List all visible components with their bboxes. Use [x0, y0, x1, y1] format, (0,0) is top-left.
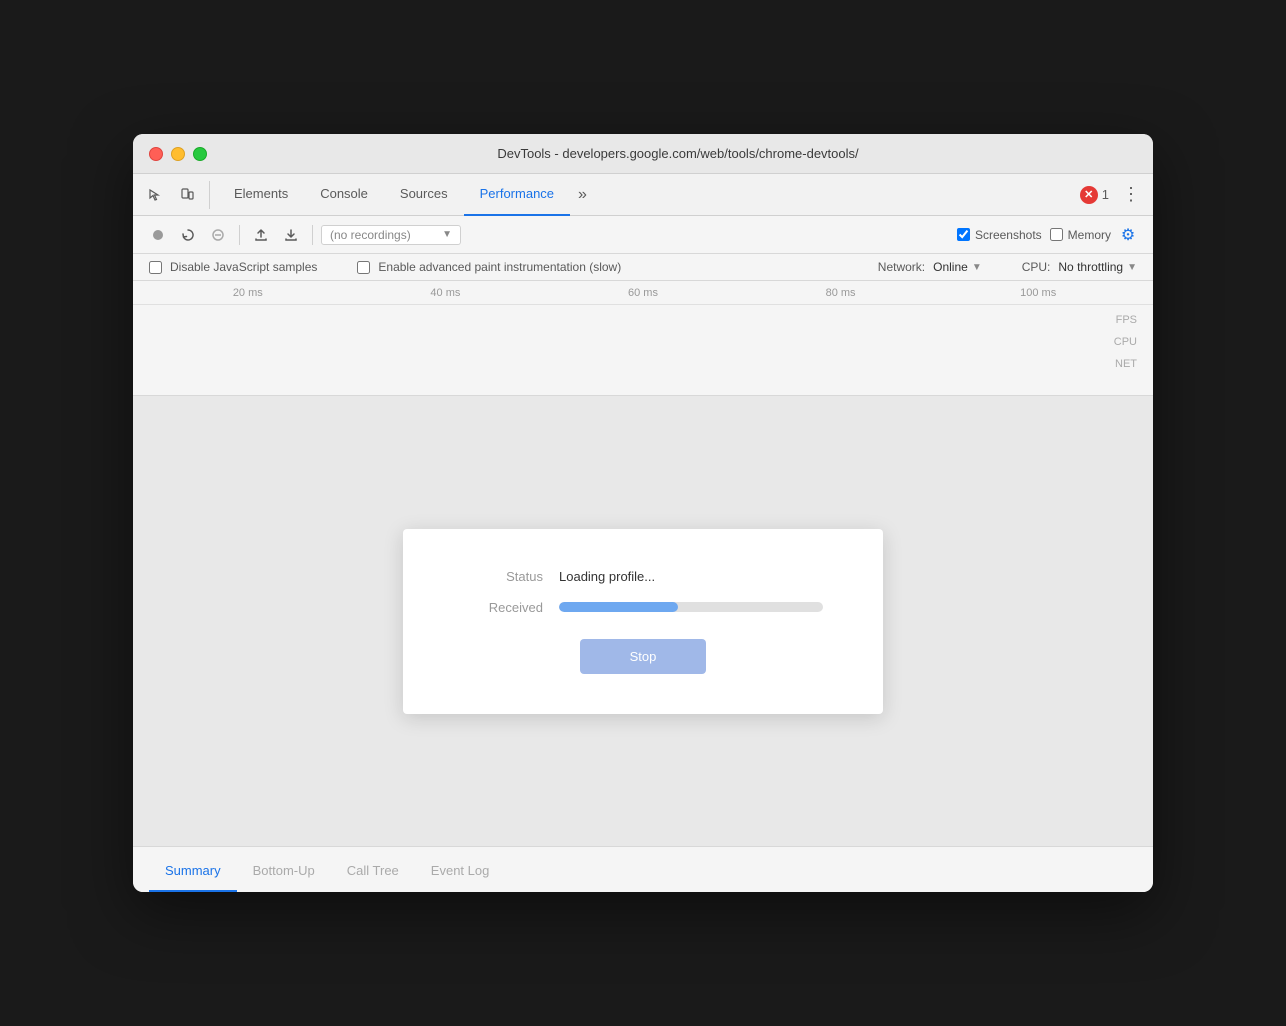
screenshots-checkbox[interactable]	[957, 228, 970, 241]
maximize-button[interactable]	[193, 147, 207, 161]
bottom-tabs: Summary Bottom-Up Call Tree Event Log	[133, 846, 1153, 892]
fps-label: FPS	[1097, 314, 1137, 326]
toolbar-divider-2	[312, 225, 313, 245]
window-title: DevTools - developers.google.com/web/too…	[219, 146, 1137, 161]
devtools-menu-button[interactable]: ⋮	[1117, 181, 1145, 209]
select-mode-icon[interactable]	[141, 181, 169, 209]
network-dropdown[interactable]: Online ▼	[933, 260, 982, 274]
ruler-mark-80: 80 ms	[742, 287, 940, 299]
ruler-mark-40: 40 ms	[347, 287, 545, 299]
error-icon: ✕	[1080, 186, 1098, 204]
fps-track: FPS	[149, 309, 1137, 331]
close-button[interactable]	[149, 147, 163, 161]
dropdown-arrow-icon: ▼	[442, 229, 452, 240]
disable-js-checkbox[interactable]	[149, 261, 162, 274]
device-mode-icon[interactable]	[173, 181, 201, 209]
network-option: Network: Online ▼	[878, 260, 982, 274]
loading-dialog: Status Loading profile... Received Stop	[403, 529, 883, 714]
recordings-dropdown[interactable]: (no recordings) ▼	[321, 225, 461, 245]
memory-checkbox-label[interactable]: Memory	[1050, 228, 1111, 242]
reload-button[interactable]	[175, 222, 201, 248]
timeline-ruler: 20 ms 40 ms 60 ms 80 ms 100 ms	[133, 281, 1153, 305]
progress-bar-fill	[559, 602, 678, 612]
tab-performance[interactable]: Performance	[464, 174, 570, 216]
status-row: Status Loading profile...	[463, 569, 823, 584]
cpu-dropdown-arrow-icon: ▼	[1127, 262, 1137, 273]
traffic-lights	[149, 147, 207, 161]
stop-recording-button[interactable]	[205, 222, 231, 248]
memory-checkbox[interactable]	[1050, 228, 1063, 241]
performance-settings-button[interactable]: ⚙	[1115, 222, 1141, 248]
net-track: NET	[149, 353, 1137, 375]
ruler-marks: 20 ms 40 ms 60 ms 80 ms 100 ms	[149, 287, 1137, 299]
timeline-area: 20 ms 40 ms 60 ms 80 ms 100 ms FPS CPU N…	[133, 281, 1153, 396]
toolbar-divider-1	[239, 225, 240, 245]
status-value: Loading profile...	[559, 569, 655, 584]
bottom-tab-summary[interactable]: Summary	[149, 863, 237, 892]
stop-button[interactable]: Stop	[580, 639, 707, 674]
error-indicator: ✕ 1	[1080, 186, 1109, 204]
main-content: Status Loading profile... Received Stop	[133, 396, 1153, 846]
upload-button[interactable]	[248, 222, 274, 248]
ruler-mark-60: 60 ms	[544, 287, 742, 299]
disable-js-option: Disable JavaScript samples	[149, 260, 317, 274]
record-button[interactable]	[145, 222, 171, 248]
bottom-tab-event-log[interactable]: Event Log	[415, 863, 506, 892]
ruler-mark-100: 100 ms	[939, 287, 1137, 299]
minimize-button[interactable]	[171, 147, 185, 161]
cpu-option: CPU: No throttling ▼	[1022, 260, 1137, 274]
bottom-tab-call-tree[interactable]: Call Tree	[331, 863, 415, 892]
title-bar: DevTools - developers.google.com/web/too…	[133, 134, 1153, 174]
progress-bar	[559, 602, 823, 612]
toolbar: (no recordings) ▼ Screenshots Memory ⚙	[133, 216, 1153, 254]
advanced-paint-checkbox[interactable]	[357, 261, 370, 274]
advanced-paint-option: Enable advanced paint instrumentation (s…	[357, 260, 621, 274]
options-bar: Disable JavaScript samples Enable advanc…	[133, 254, 1153, 281]
received-key: Received	[463, 600, 543, 615]
network-dropdown-arrow-icon: ▼	[972, 262, 982, 273]
error-count: 1	[1102, 187, 1109, 202]
net-label: NET	[1097, 358, 1137, 370]
download-button[interactable]	[278, 222, 304, 248]
tab-more-button[interactable]: »	[570, 174, 595, 216]
ruler-mark-20: 20 ms	[149, 287, 347, 299]
status-key: Status	[463, 569, 543, 584]
cpu-label: CPU	[1097, 336, 1137, 348]
devtools-icon-group	[141, 181, 210, 209]
progress-row: Received	[463, 600, 823, 615]
cpu-dropdown[interactable]: No throttling ▼	[1058, 260, 1137, 274]
timeline-tracks: FPS CPU NET	[133, 305, 1153, 379]
screenshots-checkbox-label[interactable]: Screenshots	[957, 228, 1042, 242]
tab-elements[interactable]: Elements	[218, 174, 304, 216]
bottom-tab-bottom-up[interactable]: Bottom-Up	[237, 863, 331, 892]
tabs-bar: Elements Console Sources Performance » ✕…	[133, 174, 1153, 216]
toolbar-right: Screenshots Memory	[957, 228, 1111, 242]
devtools-window: DevTools - developers.google.com/web/too…	[133, 134, 1153, 892]
tab-console[interactable]: Console	[304, 174, 384, 216]
tab-sources[interactable]: Sources	[384, 174, 464, 216]
cpu-track: CPU	[149, 331, 1137, 353]
